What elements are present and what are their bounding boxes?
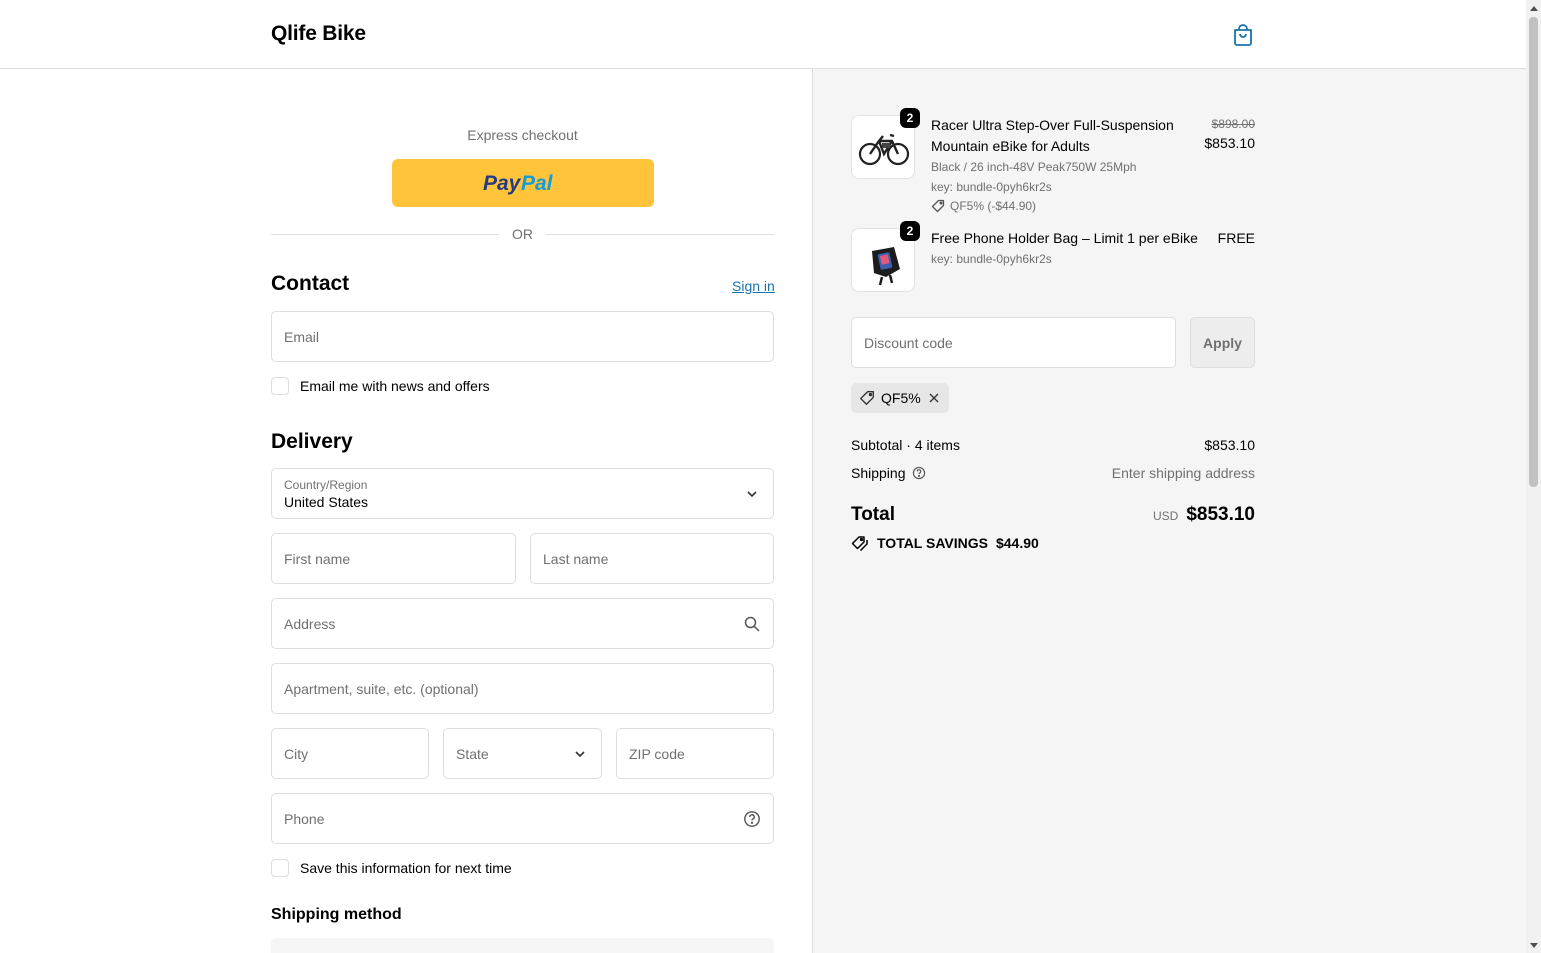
shipping-label-group: Shipping	[851, 465, 926, 481]
savings-value: $44.90	[995, 535, 1039, 551]
close-icon	[929, 393, 939, 403]
shipping-method-title: Shipping method	[271, 906, 402, 923]
scrollbar-thumb[interactable]	[1529, 17, 1538, 487]
total-savings: TOTAL SAVINGS $44.90	[851, 535, 1039, 551]
item-key: key: bundle-0pyh6kr2s	[931, 252, 1052, 266]
scroll-down-arrow[interactable]	[1526, 938, 1541, 953]
total-currency: USD	[1152, 509, 1179, 523]
total-amount: $853.10	[1186, 504, 1255, 525]
total-value-group: USD $853.10	[1153, 504, 1255, 526]
search-icon	[744, 616, 760, 632]
quantity-badge: 2	[900, 221, 920, 241]
or-divider: OR	[271, 226, 774, 244]
address-placeholder: Address	[284, 615, 336, 632]
product-thumbnail: 2	[851, 108, 920, 179]
first-name-field[interactable]: First name	[271, 533, 516, 584]
quantity-badge: 2	[900, 108, 920, 128]
product-thumbnail: 2	[851, 221, 920, 292]
chevron-down-icon	[575, 750, 585, 757]
page-scrollbar[interactable]	[1526, 0, 1541, 953]
original-price: $898.00	[1211, 117, 1255, 131]
tag-icon	[860, 391, 874, 405]
svg-text:Pay: Pay	[483, 172, 522, 195]
help-icon[interactable]	[912, 466, 926, 480]
newsletter-checkbox[interactable]	[271, 377, 289, 395]
applied-discount-chip: QF5%	[851, 383, 949, 413]
savings-label: TOTAL SAVINGS	[877, 535, 988, 551]
save-info-label: Save this information for next time	[300, 860, 512, 876]
item-discount-text: QF5% (-$44.90)	[950, 199, 1037, 213]
chevron-down-icon	[747, 490, 757, 497]
tags-icon	[851, 536, 868, 551]
shopping-bag-icon[interactable]	[1232, 23, 1254, 47]
express-checkout-label: Express checkout	[467, 127, 578, 143]
newsletter-label: Email me with news and offers	[300, 378, 490, 394]
subtotal-label: Subtotal · 4 items	[851, 437, 960, 453]
shipping-method-box	[271, 938, 774, 953]
phone-field[interactable]: Phone	[271, 793, 774, 844]
country-value: United States	[284, 494, 369, 510]
last-name-field[interactable]: Last name	[530, 533, 774, 584]
item-discount: QF5% (-$44.90)	[931, 197, 1191, 215]
sale-price: $853.10	[1204, 135, 1255, 151]
scroll-up-arrow[interactable]	[1526, 0, 1541, 15]
save-info-checkbox[interactable]	[271, 859, 289, 877]
remove-discount-button[interactable]	[927, 391, 941, 405]
item-info: Racer Ultra Step-Over Full-Suspension Mo…	[931, 115, 1191, 215]
zip-placeholder: ZIP code	[629, 745, 685, 762]
svg-text:Pal: Pal	[521, 172, 554, 195]
country-label: Country/Region	[284, 478, 368, 492]
item-price: FREE	[1218, 228, 1255, 248]
help-icon[interactable]	[743, 810, 761, 828]
total-label: Total	[851, 504, 895, 525]
sign-in-link[interactable]: Sign in	[732, 278, 775, 294]
line-item: 2 Racer Ultra Step-Over Full-Suspension …	[851, 108, 1255, 215]
sale-price: FREE	[1217, 230, 1255, 246]
item-price: $898.00 $853.10	[1204, 115, 1255, 153]
item-info: Free Phone Holder Bag – Limit 1 per eBik…	[931, 228, 1231, 269]
last-name-placeholder: Last name	[543, 550, 609, 567]
city-field[interactable]: City	[271, 728, 429, 779]
apartment-field[interactable]: Apartment, suite, etc. (optional)	[271, 663, 774, 714]
applied-code: QF5%	[881, 390, 921, 406]
email-placeholder: Email	[284, 328, 320, 345]
discount-code-placeholder: Discount code	[864, 334, 953, 351]
discount-code-field[interactable]: Discount code	[851, 317, 1176, 368]
item-variant: Black / 26 inch-48V Peak750W 25Mph	[931, 160, 1137, 174]
shipping-value: Enter shipping address	[1111, 465, 1255, 481]
save-info-option[interactable]: Save this information for next time	[271, 858, 512, 878]
checkout-header: Qlife Bike	[0, 0, 1526, 69]
phone-placeholder: Phone	[284, 810, 325, 827]
item-title: Racer Ultra Step-Over Full-Suspension Mo…	[931, 117, 1174, 154]
item-key: key: bundle-0pyh6kr2s	[931, 180, 1052, 194]
delivery-title: Delivery	[271, 430, 353, 453]
newsletter-option[interactable]: Email me with news and offers	[271, 376, 490, 396]
shipping-label: Shipping	[851, 465, 906, 481]
apartment-placeholder: Apartment, suite, etc. (optional)	[284, 680, 479, 697]
subtotal-value: $853.10	[1204, 437, 1255, 453]
line-item: 2 Free Phone Holder Bag – Limit 1 per eB…	[851, 221, 1255, 298]
brand-name[interactable]: Qlife Bike	[271, 22, 366, 46]
apply-button[interactable]: Apply	[1190, 317, 1255, 368]
contact-title: Contact	[271, 272, 350, 295]
paypal-logo: Pay Pal	[483, 172, 554, 195]
order-summary: 2 Racer Ultra Step-Over Full-Suspension …	[812, 69, 1526, 953]
country-select[interactable]: Country/Region United States	[271, 468, 774, 519]
email-field[interactable]: Email	[271, 311, 774, 362]
city-placeholder: City	[284, 745, 309, 762]
state-placeholder: State	[456, 745, 489, 762]
first-name-placeholder: First name	[284, 550, 351, 567]
zip-field[interactable]: ZIP code	[616, 728, 774, 779]
checkout-form: Express checkout Pay Pal OR Contact Sign…	[0, 69, 812, 953]
state-select[interactable]: State	[443, 728, 602, 779]
item-title: Free Phone Holder Bag – Limit 1 per eBik…	[931, 230, 1198, 246]
paypal-button[interactable]: Pay Pal	[392, 159, 654, 207]
address-field[interactable]: Address	[271, 598, 774, 649]
tag-icon	[931, 199, 945, 213]
